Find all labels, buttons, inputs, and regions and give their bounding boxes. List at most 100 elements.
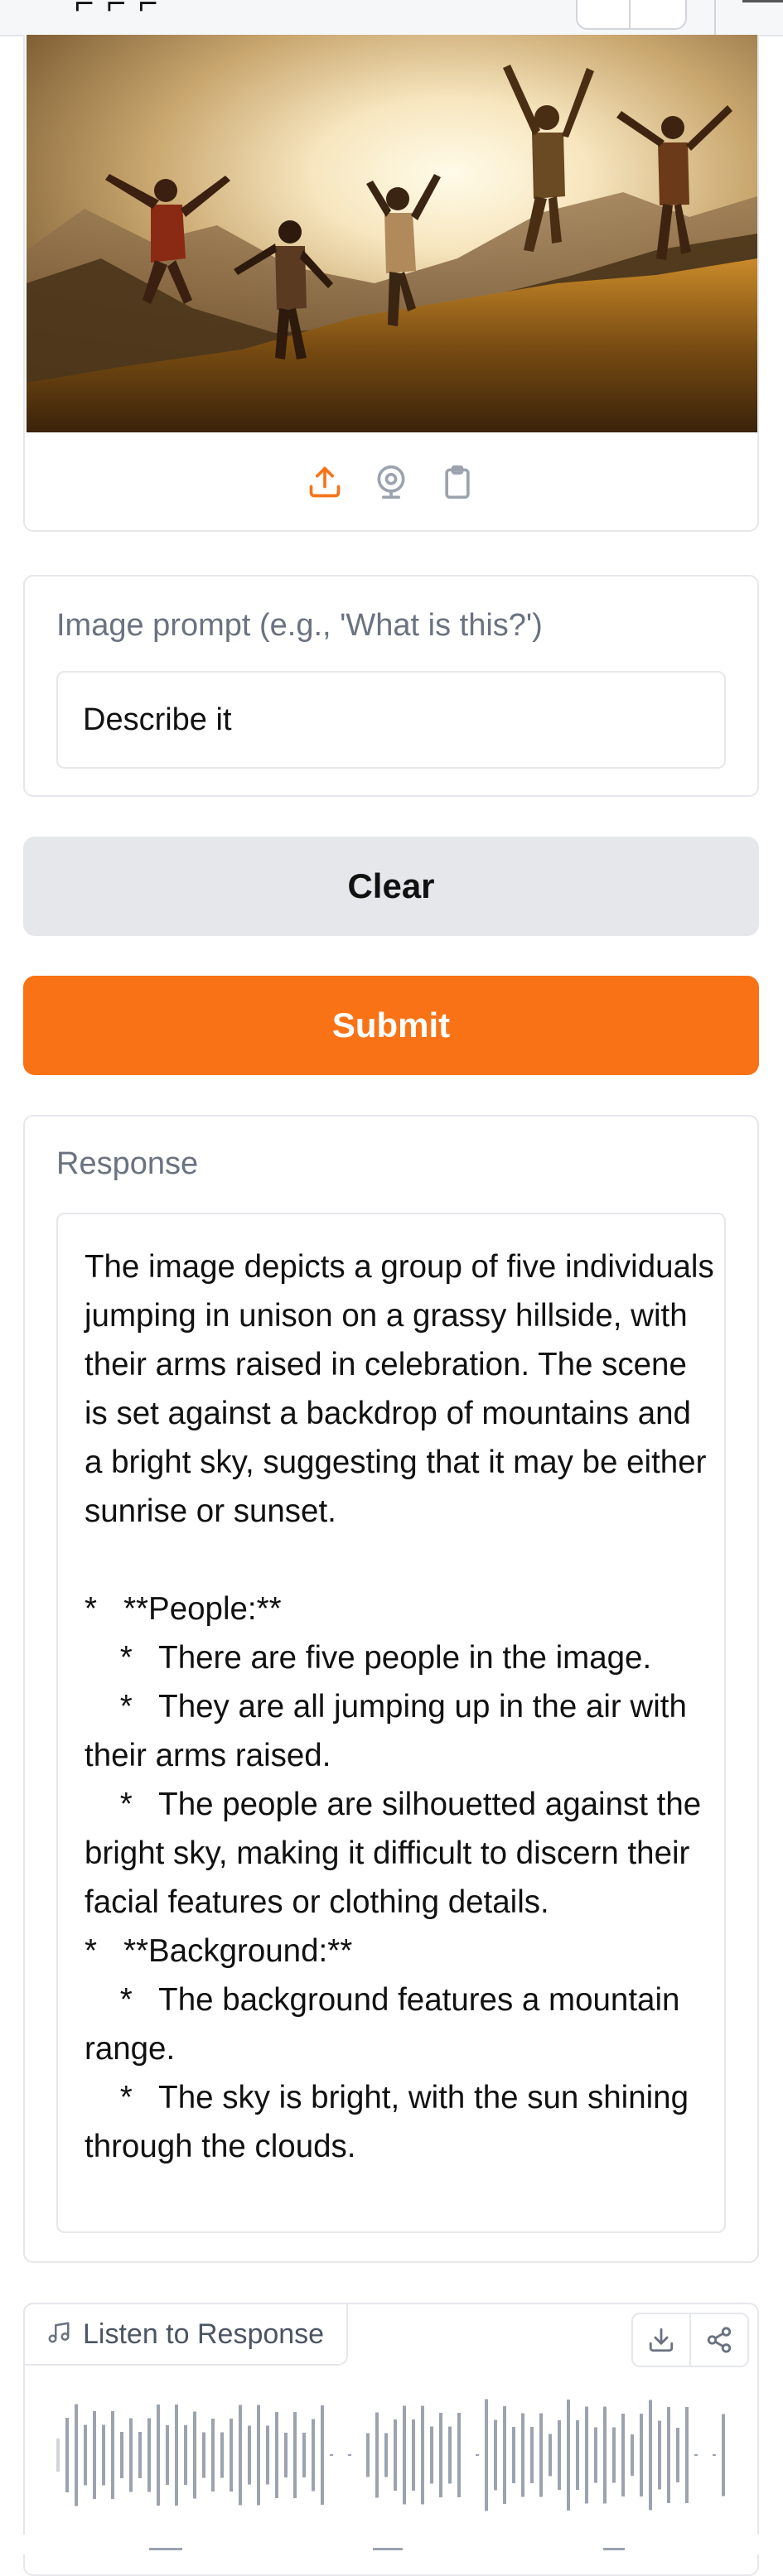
- waveform-bar: [321, 2405, 324, 2505]
- prompt-label: Image prompt (e.g., 'What is this?'): [56, 608, 543, 643]
- waveform-bar: [594, 2427, 597, 2483]
- image-input-panel: [23, 35, 759, 532]
- waveform-bar: [93, 2411, 96, 2499]
- waveform-bar: [585, 2406, 588, 2504]
- response-label: Response: [56, 1146, 199, 1181]
- waveform-bar: [530, 2427, 534, 2483]
- prompt-input[interactable]: [56, 671, 726, 769]
- prompt-panel: Image prompt (e.g., 'What is this?'): [23, 575, 759, 797]
- app-header: ⌐ ⌐ ⌐: [0, 0, 783, 36]
- response-panel: Response The image depicts a group of fi…: [23, 1115, 759, 2263]
- waveform-bar: [722, 2414, 725, 2496]
- waveform-bar: [384, 2433, 388, 2477]
- download-icon[interactable]: [633, 2314, 689, 2366]
- system-nav-bar: [0, 2535, 783, 2554]
- audio-label: Listen to Response: [83, 2318, 325, 2350]
- waveform-bar: [138, 2432, 142, 2478]
- waveform-bar: [503, 2406, 506, 2504]
- waveform-bar: [412, 2419, 415, 2491]
- waveform-bar: [175, 2405, 178, 2506]
- waveform-bar: [211, 2419, 215, 2492]
- waveform-bar: [84, 2424, 87, 2486]
- waveform-bar: [65, 2418, 69, 2492]
- waveform-bar: [448, 2426, 452, 2484]
- waveform-bar: [202, 2432, 205, 2478]
- waveform-dot: [694, 2454, 698, 2456]
- nav-back-icon[interactable]: [603, 2548, 625, 2550]
- waveform-dot: [713, 2454, 716, 2456]
- waveform-bar: [111, 2411, 114, 2499]
- waveform-bar: [612, 2427, 616, 2483]
- webcam-icon[interactable]: [367, 458, 415, 506]
- waveform-bar: [621, 2414, 625, 2496]
- waveform-bar: [394, 2419, 397, 2491]
- submit-button[interactable]: Submit: [23, 976, 759, 1075]
- share-icon[interactable]: [689, 2314, 747, 2366]
- response-text: The image depicts a group of five indivi…: [85, 1249, 714, 2164]
- waveform-bar: [457, 2413, 461, 2497]
- waveform-bar: [640, 2414, 643, 2496]
- waveform-bar: [649, 2400, 652, 2511]
- waveform-bar: [157, 2405, 160, 2506]
- upload-icon[interactable]: [301, 458, 349, 506]
- waveform-bar: [102, 2424, 105, 2486]
- waveform-bar: [312, 2419, 315, 2492]
- waveform-bar: [239, 2405, 242, 2506]
- waveform-bar: [220, 2432, 224, 2478]
- app-title-fragment: ⌐ ⌐ ⌐: [75, 0, 160, 22]
- waveform-bar: [667, 2407, 670, 2503]
- waveform-bar: [257, 2405, 260, 2506]
- audio-waveform[interactable]: [55, 2397, 734, 2513]
- nav-home-icon[interactable]: [373, 2548, 403, 2550]
- waveform-bar: [284, 2433, 288, 2477]
- waveform-bar: [439, 2413, 442, 2497]
- waveform-bar: [494, 2419, 497, 2491]
- waveform-bar: [293, 2412, 297, 2498]
- waveform-bar: [403, 2405, 406, 2505]
- waveform-bar: [558, 2420, 561, 2490]
- music-note-icon: [46, 2320, 71, 2349]
- waveform-bar: [421, 2405, 424, 2505]
- image-source-toolbar: [25, 457, 757, 507]
- header-divider: [714, 0, 716, 35]
- nav-recents-icon[interactable]: [149, 2548, 182, 2550]
- waveform-bar: [302, 2433, 306, 2477]
- waveform-bar: [56, 2439, 60, 2472]
- waveform-bar: [120, 2432, 123, 2478]
- waveform-bar: [75, 2404, 78, 2506]
- waveform-dot: [348, 2454, 351, 2456]
- waveform-bar: [658, 2420, 661, 2490]
- waveform-dot: [330, 2454, 333, 2456]
- uploaded-image[interactable]: [27, 35, 757, 432]
- waveform-bar: [375, 2412, 379, 2498]
- waveform-bar: [129, 2418, 133, 2492]
- header-toggle-group[interactable]: [576, 0, 687, 30]
- waveform-bar: [676, 2428, 679, 2482]
- response-textbox[interactable]: The image depicts a group of five indivi…: [56, 1213, 726, 2233]
- waveform-bar: [567, 2400, 570, 2511]
- waveform-bar: [512, 2427, 515, 2483]
- waveform-bar: [266, 2425, 269, 2485]
- waveform-dot: [476, 2454, 479, 2456]
- waveform-bar: [230, 2419, 233, 2492]
- waveform-bar: [685, 2407, 689, 2503]
- waveform-bar: [193, 2411, 196, 2499]
- waveform-bar: [275, 2412, 278, 2498]
- waveform-bar: [166, 2425, 169, 2485]
- waveform-bar: [576, 2420, 579, 2490]
- menu-icon[interactable]: [742, 0, 783, 2]
- waveform-bar: [603, 2406, 607, 2504]
- waveform-bar: [631, 2434, 634, 2476]
- waveform-bar: [485, 2399, 488, 2511]
- waveform-bar: [430, 2426, 433, 2484]
- waveform-bar: [539, 2413, 543, 2497]
- waveform-bar: [184, 2425, 187, 2485]
- clear-button[interactable]: Clear: [23, 837, 759, 936]
- audio-label-tab: Listen to Response: [23, 2303, 348, 2366]
- waveform-bar: [366, 2433, 370, 2477]
- clipboard-icon[interactable]: [433, 458, 481, 506]
- audio-actions: [631, 2313, 749, 2367]
- waveform-bar: [147, 2418, 151, 2492]
- waveform-bar: [521, 2413, 524, 2497]
- waveform-bar: [248, 2425, 251, 2485]
